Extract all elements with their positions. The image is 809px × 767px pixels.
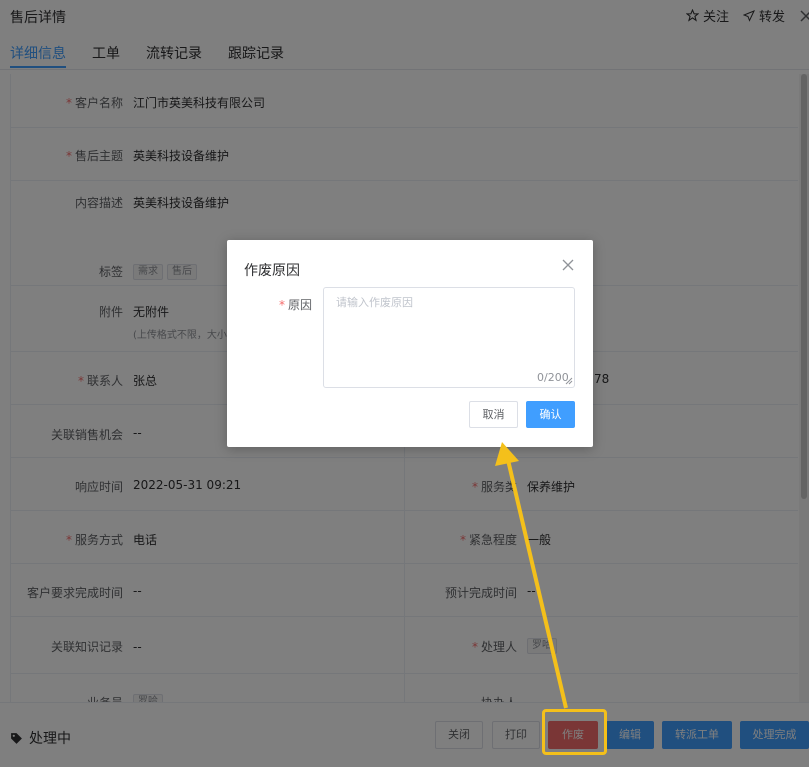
reason-label: * 原因 [279,298,313,312]
confirm-button[interactable]: 确认 [526,401,575,428]
cancel-button[interactable]: 取消 [469,401,518,428]
dialog-title: 作废原因 [244,263,300,279]
char-counter: 0/200 [537,371,569,384]
highlight-box [542,709,607,755]
resize-handle-icon[interactable] [565,377,573,385]
close-icon[interactable] [562,259,574,271]
void-reason-dialog: 作废原因 *原因 0/200 取消 确认 [227,240,593,447]
